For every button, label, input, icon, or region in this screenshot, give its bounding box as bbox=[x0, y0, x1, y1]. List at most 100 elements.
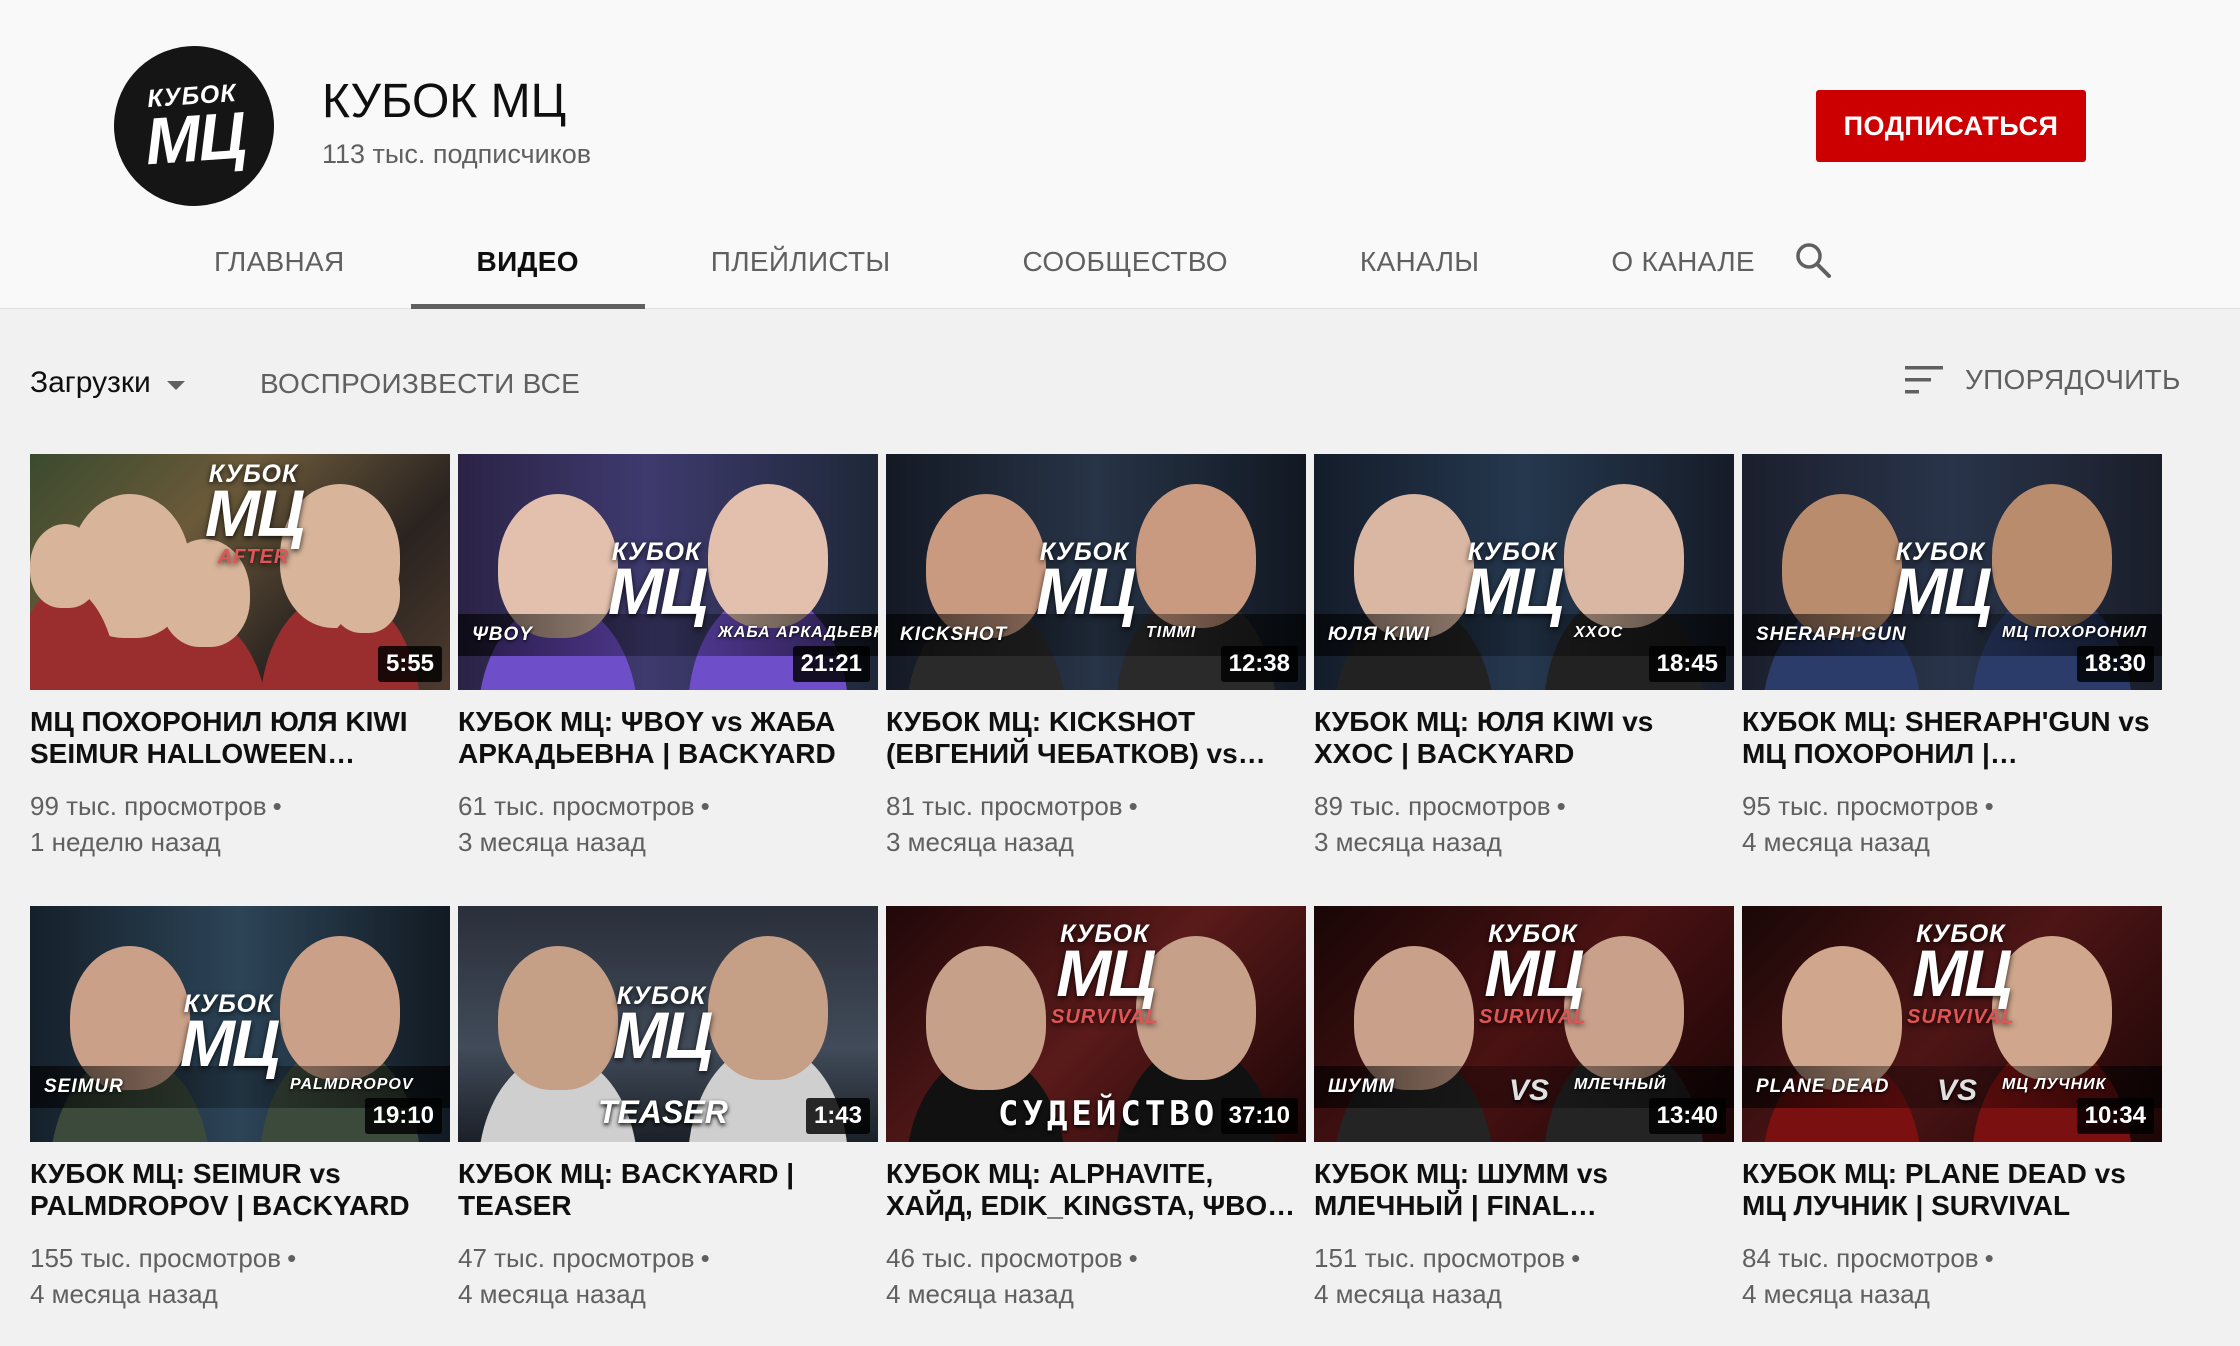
video-thumbnail[interactable]: КУБОК МЦ TEASER 1:43 bbox=[458, 906, 878, 1142]
video-card[interactable]: КУБОК МЦ KICKSHOT TIMMI 12:38 КУБОК МЦ: KICKS… bbox=[886, 454, 1306, 863]
video-views: 155 тыс. просмотров bbox=[30, 1243, 282, 1273]
video-title[interactable]: КУБОК МЦ: ALPHAVITE, ХАЙД, EDIK_KINGSTA,… bbox=[886, 1158, 1306, 1222]
person-head bbox=[1136, 484, 1256, 628]
video-card[interactable]: КУБОК МЦ ЮЛЯ KIWI XXOC 18:45 КУБОК МЦ: ЮЛЯ KI… bbox=[1314, 454, 1734, 863]
video-thumbnail[interactable]: КУБОК МЦ SHERAPH'GUN МЦ ПОХОРОНИЛ 18:30 bbox=[1742, 454, 2162, 690]
search-icon bbox=[1796, 243, 1831, 278]
thumbnail-logo: КУБОК МЦ SURVIVAL bbox=[1051, 921, 1159, 1029]
video-meta: 95 тыс. просмотров • 4 месяца назад bbox=[1742, 788, 2162, 860]
thumbnail-logo-big: МЦ bbox=[205, 476, 305, 551]
person-head bbox=[708, 484, 828, 628]
video-title[interactable]: КУБОК МЦ: SHERAPH'GUN vs МЦ ПОХОРОНИЛ |… bbox=[1742, 706, 2162, 770]
thumbnail-left-name: ШУММ bbox=[1328, 1076, 1396, 1097]
channel-avatar[interactable]: КУБОК МЦ bbox=[108, 40, 280, 212]
thumbnail-caption: TEASER bbox=[598, 1094, 728, 1130]
thumbnail-logo-big: МЦ bbox=[613, 998, 713, 1073]
video-duration: 5:55 bbox=[377, 646, 442, 682]
video-title[interactable]: КУБОК МЦ: BACKYARD | TEASER bbox=[458, 1158, 878, 1222]
channel-name: КУБОК МЦ bbox=[322, 75, 567, 128]
meta-separator: • bbox=[287, 1243, 297, 1273]
video-thumbnail[interactable]: КУБОК МЦ KICKSHOT TIMMI 12:38 bbox=[886, 454, 1306, 690]
video-duration: 21:21 bbox=[792, 646, 870, 682]
video-card[interactable]: КУБОК МЦ SEIMUR PALMDROPOV 19:10 КУБОК МЦ: SE… bbox=[30, 906, 450, 1315]
video-title[interactable]: КУБОК МЦ: ЮЛЯ KIWI vs XXOC | BACKYARD bbox=[1314, 706, 1734, 770]
video-title[interactable]: КУБОК МЦ: ΨBOY vs ЖАБА АРКАДЬЕВНА | BACK… bbox=[458, 706, 878, 770]
video-title[interactable]: КУБОК МЦ: ШУММ vs МЛЕЧНЫЙ | FINAL… bbox=[1314, 1158, 1734, 1222]
thumbnail-logo: КУБОК МЦ bbox=[1036, 539, 1136, 624]
sort-label: УПОРЯДОЧИТЬ bbox=[1965, 364, 2181, 395]
video-meta: 46 тыс. просмотров • 4 месяца назад bbox=[886, 1240, 1306, 1312]
video-views: 89 тыс. просмотров bbox=[1314, 791, 1551, 821]
thumbnail-logo: КУБОК МЦ AFTER bbox=[205, 461, 305, 567]
thumbnail-logo-big: МЦ bbox=[1464, 554, 1564, 629]
subscriber-count: 113 тыс. подписчиков bbox=[322, 139, 592, 169]
video-card[interactable]: КУБОК МЦ SHERAPH'GUN МЦ ПОХОРОНИЛ 18:30 КУБОК… bbox=[1742, 454, 2162, 863]
person-head bbox=[30, 524, 100, 608]
channel-search-button[interactable] bbox=[1793, 240, 1833, 280]
video-thumbnail[interactable]: КУБОК МЦ SURVIVAL PLANE DEAD МЦ ЛУЧНИК VS 10:3… bbox=[1742, 906, 2162, 1142]
video-thumbnail[interactable]: КУБОК МЦ SURVIVAL ШУММ МЛЕЧНЫЙ VS 13:40 bbox=[1314, 906, 1734, 1142]
video-age: 3 месяца назад bbox=[886, 827, 1074, 857]
tab-about[interactable]: О КАНАЛЕ bbox=[1545, 222, 1821, 309]
video-thumbnail[interactable]: КУБОК МЦ AFTER 5:55 bbox=[30, 454, 450, 690]
video-title[interactable]: КУБОК МЦ: KICKSHOT (ЕВГЕНИЙ ЧЕБАТКОВ) vs… bbox=[886, 706, 1306, 770]
video-views: 47 тыс. просмотров bbox=[458, 1243, 695, 1273]
tab-playlists[interactable]: ПЛЕЙЛИСТЫ bbox=[645, 222, 957, 309]
thumbnail-logo: КУБОК МЦ SURVIVAL bbox=[1907, 921, 2015, 1027]
video-age: 4 месяца назад bbox=[1314, 1279, 1502, 1309]
uploads-dropdown[interactable]: Загрузки bbox=[30, 366, 185, 400]
video-duration: 18:45 bbox=[1648, 646, 1726, 682]
thumbnail-logo-big: МЦ bbox=[1484, 936, 1584, 1011]
video-card[interactable]: КУБОКМЦ ΨBOY ЖАБА АРКАДЬЕВНА 21:21 КУБОК МЦ:… bbox=[458, 454, 878, 863]
thumbnail-logo: КУБОК МЦ bbox=[1892, 539, 1992, 624]
video-card[interactable]: КУБОК МЦ SURVIVAL PLANE DEAD МЦ ЛУЧНИК VS 10:3… bbox=[1742, 906, 2162, 1315]
video-card[interactable]: КУБОК МЦ SURVIVAL ШУММ МЛЕЧНЫЙ VS 13:40 КУБОК М… bbox=[1314, 906, 1734, 1315]
thumbnail-left-name: KICKSHOT bbox=[900, 624, 1008, 645]
thumbnail-left-name: ЮЛЯ KIWI bbox=[1328, 624, 1431, 645]
video-title[interactable]: МЦ ПОХОРОНИЛ ЮЛЯ KIWI SEIMUR HALLOWEEN… bbox=[30, 706, 450, 770]
videos-toolbar: Загрузки ВОСПРОИЗВЕСТИ ВСЕ УПОРЯДОЧИТЬ bbox=[0, 352, 2240, 412]
video-card[interactable]: КУБОК МЦ SURVIVAL СУДЕЙСТВО 37:10 КУБОК МЦ: A… bbox=[886, 906, 1306, 1315]
person-head bbox=[1564, 484, 1684, 628]
thumbnail-caption: VS bbox=[1509, 1074, 1550, 1107]
thumbnail-left-name: SHERAPH'GUN bbox=[1756, 624, 1907, 645]
channel-header: КУБОК МЦ КУБОК МЦ 113 тыс. подписчиков П… bbox=[0, 0, 2240, 309]
video-duration: 19:10 bbox=[364, 1098, 442, 1134]
channel-tabs: ГЛАВНАЯ ВИДЕО ПЛЕЙЛИСТЫ СООБЩЕСТВО КАНАЛ… bbox=[148, 222, 1821, 309]
video-age: 4 месяца назад bbox=[886, 1279, 1074, 1309]
video-meta: 61 тыс. просмотров • 3 месяца назад bbox=[458, 788, 878, 860]
video-age: 4 месяца назад bbox=[1742, 827, 1930, 857]
video-card[interactable]: КУБОК МЦ TEASER 1:43 КУБОК МЦ: BACKYARD | TE… bbox=[458, 906, 878, 1315]
tab-channels[interactable]: КАНАЛЫ bbox=[1294, 222, 1545, 309]
thumbnail-right-name: PALMDROPOV bbox=[290, 1076, 414, 1093]
video-thumbnail[interactable]: КУБОК МЦ SURVIVAL СУДЕЙСТВО 37:10 bbox=[886, 906, 1306, 1142]
tab-home[interactable]: ГЛАВНАЯ bbox=[148, 222, 411, 309]
tab-community[interactable]: СООБЩЕСТВО bbox=[956, 222, 1293, 309]
thumbnail-left-name: PLANE DEAD bbox=[1756, 1076, 1890, 1097]
video-title[interactable]: КУБОК МЦ: SEIMUR vs PALMDROPOV | BACKYAR… bbox=[30, 1158, 450, 1222]
thumbnail-right-name: МЦ ЛУЧНИК bbox=[2002, 1076, 2107, 1093]
thumbnail-left-name: SEIMUR bbox=[44, 1076, 124, 1097]
play-all-button[interactable]: ВОСПРОИЗВЕСТИ ВСЕ bbox=[260, 368, 580, 400]
video-meta: 89 тыс. просмотров • 3 месяца назад bbox=[1314, 788, 1734, 860]
sort-button[interactable]: УПОРЯДОЧИТЬ bbox=[1905, 364, 2181, 396]
video-title[interactable]: КУБОК МЦ: PLANE DEAD vs МЦ ЛУЧНИК | SURV… bbox=[1742, 1158, 2162, 1222]
thumbnail-logo: КУБОК МЦ bbox=[180, 991, 280, 1076]
video-age: 3 месяца назад bbox=[458, 827, 646, 857]
thumbnail-logo-sub: SURVIVAL bbox=[1051, 1006, 1159, 1029]
video-views: 46 тыс. просмотров bbox=[886, 1243, 1123, 1273]
video-thumbnail[interactable]: КУБОКМЦ ΨBOY ЖАБА АРКАДЬЕВНА 21:21 bbox=[458, 454, 878, 690]
thumbnail-logo: КУБОК МЦ bbox=[608, 539, 708, 624]
video-duration: 18:30 bbox=[2076, 646, 2154, 682]
thumbnail-caption: СУДЕЙСТВО bbox=[998, 1094, 1219, 1134]
tab-videos[interactable]: ВИДЕО bbox=[410, 222, 646, 309]
thumbnail-logo: КУБОК МЦ bbox=[1464, 539, 1564, 629]
thumbnail-caption: VS bbox=[1937, 1074, 1978, 1107]
video-thumbnail[interactable]: КУБОК МЦ SEIMUR PALMDROPOV 19:10 bbox=[30, 906, 450, 1142]
video-thumbnail[interactable]: КУБОК МЦ ЮЛЯ KIWI XXOC 18:45 bbox=[1314, 454, 1734, 690]
thumbnail-logo-big: МЦ bbox=[1056, 936, 1156, 1011]
video-grid: КУБОК МЦ AFTER 5:55 МЦ ПОХОРОНИЛ ЮЛЯ KIWI SE… bbox=[30, 454, 2170, 1315]
video-views: 99 тыс. просмотров bbox=[30, 791, 267, 821]
subscribe-button[interactable]: ПОДПИСАТЬСЯ bbox=[1816, 90, 2086, 162]
video-card[interactable]: КУБОК МЦ AFTER 5:55 МЦ ПОХОРОНИЛ ЮЛЯ KIWI SE… bbox=[30, 454, 450, 863]
